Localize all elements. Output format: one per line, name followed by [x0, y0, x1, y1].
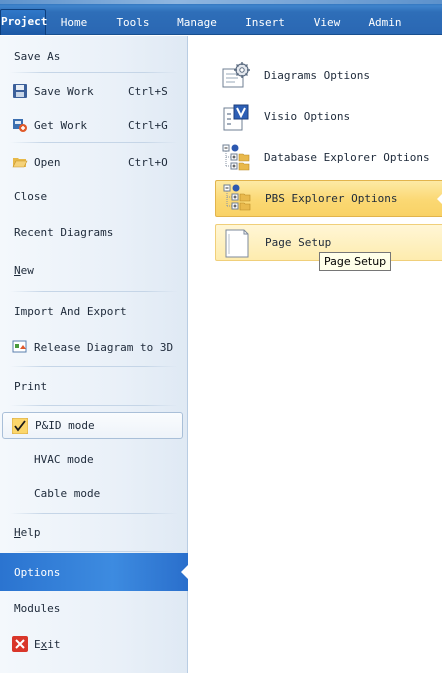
floppy-disk-icon [13, 84, 27, 98]
menu-item-label: Exit [34, 638, 61, 651]
tooltip: Page Setup [319, 252, 392, 271]
option-label: PBS Explorer Options [265, 192, 398, 205]
menu-item-label: Help [14, 526, 41, 539]
mnemonic-letter: N [14, 263, 21, 277]
option-pbs-explorer[interactable]: PBS Explorer Options [215, 180, 442, 217]
tab-home[interactable]: Home [52, 11, 96, 35]
menu-item-label: Get Work [34, 118, 87, 132]
label-rest: it [47, 637, 61, 651]
option-database-explorer[interactable]: Database Explorer Options [215, 139, 442, 176]
menu-separator [10, 551, 178, 552]
menu-item-label: Recent Diagrams [14, 225, 114, 239]
menu-item-label: Save Work [34, 84, 94, 98]
menu-separator [10, 405, 178, 406]
menu-item-label: Print [14, 379, 48, 393]
menu-item-save-work[interactable]: Save Work Ctrl+S [0, 76, 188, 106]
close-icon [12, 636, 28, 652]
menu-item-get-work[interactable]: Get Work Ctrl+G [0, 110, 188, 140]
menu-item-modules[interactable]: Modules [0, 593, 188, 623]
gear-settings-icon [222, 62, 250, 88]
project-menu: Save As Save Work Ctrl+S Get Work Ctrl+G… [0, 36, 188, 673]
menu-item-release-3d[interactable]: Release Diagram to 3D [0, 332, 188, 362]
option-visio[interactable]: Visio Options [215, 98, 442, 135]
menu-item-new[interactable]: New [0, 255, 188, 285]
menu-item-label: Save As [14, 49, 61, 63]
menu-item-label: P&ID mode [35, 419, 95, 432]
selection-pointer [181, 565, 188, 579]
menu-item-label: HVAC mode [34, 452, 94, 466]
tab-view[interactable]: View [308, 11, 346, 35]
menu-item-recent-diagrams[interactable]: Recent Diagrams [0, 217, 188, 247]
menu-item-close[interactable]: Close [0, 181, 188, 211]
menu-item-open[interactable]: Open Ctrl+O [0, 147, 188, 177]
tab-insert[interactable]: Insert [240, 11, 290, 35]
tree-folder-icon [223, 184, 251, 211]
menu-item-cable-mode[interactable]: Cable mode [0, 478, 188, 508]
checkmark-icon [12, 417, 28, 434]
menu-separator [10, 72, 178, 73]
menu-separator [10, 366, 178, 367]
tab-admin[interactable]: Admin [362, 11, 408, 35]
tab-manage[interactable]: Manage [172, 11, 222, 35]
tab-project[interactable]: Project [0, 9, 47, 35]
page-icon [225, 229, 249, 258]
option-label: Diagrams Options [264, 69, 370, 82]
menu-item-pid-mode[interactable]: P&ID mode [2, 412, 183, 439]
folder-open-icon [12, 158, 28, 168]
option-label: Visio Options [264, 110, 351, 123]
get-work-icon [13, 119, 27, 132]
tree-folder-icon [222, 144, 250, 171]
option-label: Page Setup [265, 236, 332, 249]
menu-item-label: Cable mode [34, 486, 101, 500]
menu-item-label: Close [14, 189, 48, 203]
selection-pointer [437, 193, 442, 205]
menu-item-hvac-mode[interactable]: HVAC mode [0, 444, 188, 474]
mnemonic-letter: H [14, 525, 21, 539]
menu-item-label: New [14, 264, 34, 277]
menu-separator [10, 513, 178, 514]
menu-item-label: Import And Export [14, 304, 127, 318]
menu-item-label: Open [34, 155, 61, 169]
menu-item-import-export[interactable]: Import And Export [0, 296, 188, 326]
tab-tools[interactable]: Tools [110, 11, 156, 35]
label-rest: ew [20, 263, 34, 277]
label-first: E [34, 637, 41, 651]
shortcut-text: Ctrl+O [128, 155, 168, 169]
visio-icon [223, 104, 249, 131]
menu-item-label: Modules [14, 601, 61, 615]
option-label: Database Explorer Options [264, 151, 430, 164]
menu-separator [10, 291, 178, 292]
shortcut-text: Ctrl+G [128, 118, 168, 132]
menu-item-save-as[interactable]: Save As [0, 41, 188, 71]
menu-separator [10, 142, 178, 143]
menu-item-label: Release Diagram to 3D [34, 340, 174, 354]
menu-item-print[interactable]: Print [0, 371, 188, 401]
title-strip [0, 0, 442, 4]
menu-item-label: Options [14, 565, 61, 579]
menu-item-options[interactable]: Options [0, 553, 188, 591]
menu-item-exit[interactable]: Exit [0, 629, 188, 659]
label-rest: elp [20, 525, 41, 539]
option-diagrams[interactable]: Diagrams Options [215, 57, 442, 94]
menu-item-help[interactable]: Help [0, 517, 188, 547]
ribbon-bar: Project Home Tools Manage Insert View Ad… [0, 0, 442, 35]
shortcut-text: Ctrl+S [128, 84, 168, 98]
release-3d-icon [12, 340, 27, 353]
